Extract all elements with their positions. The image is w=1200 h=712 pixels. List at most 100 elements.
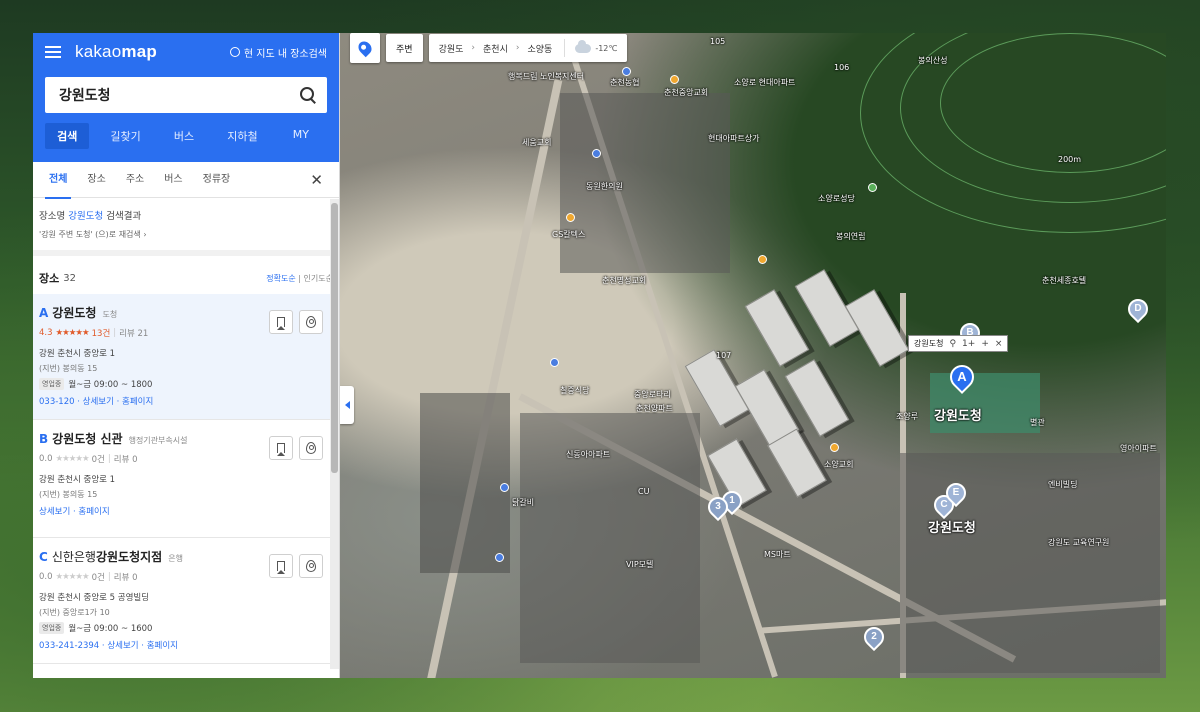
- poi-icon: [550, 358, 559, 367]
- bookmark-button[interactable]: [269, 310, 293, 334]
- weather: -12℃: [564, 39, 617, 57]
- place-popup: 강원도청 ⚲ 1+ + ×: [908, 335, 1009, 352]
- place-name[interactable]: 강원도청 신관: [52, 430, 122, 447]
- list-item[interactable]: A 강원도청 도청 4.3 ★★★★★ 13건 | 리뷰 21 강원 춘천시 중앙로 1 (…: [33, 294, 339, 420]
- parking-lot: [420, 393, 510, 573]
- place-name[interactable]: 강원도청: [52, 304, 96, 321]
- poi-icon: [592, 149, 601, 158]
- breadcrumb-province[interactable]: 강원도: [439, 42, 464, 55]
- subtab-place[interactable]: 장소: [77, 162, 115, 198]
- breadcrumb-dong[interactable]: 소양동: [527, 42, 552, 55]
- plus-icon[interactable]: +: [981, 339, 989, 349]
- close-icon[interactable]: ×: [995, 339, 1003, 349]
- map-toolbar: 주변 강원도 › 춘천시 › 소양동 -12℃: [350, 33, 628, 63]
- my-location-button[interactable]: [350, 33, 380, 63]
- place-name[interactable]: 강원도청지점: [96, 548, 162, 565]
- pin-icon[interactable]: ⚲: [949, 339, 956, 349]
- bookmark-icon: [277, 317, 285, 330]
- kakaomap-window: kakaomap 현 지도 내 장소검색 검색 길찾기 버스 지하철 MY 전체…: [33, 33, 1166, 678]
- tab-bus[interactable]: 버스: [162, 123, 206, 149]
- list-item[interactable]: C 신한은행 강원도청지점 은행 0.0 ★★★★★ 0건 | 리뷰 0 강원 춘천시 중앙…: [33, 538, 339, 664]
- search-icon[interactable]: [299, 86, 317, 104]
- list-scrollbar[interactable]: [330, 199, 339, 669]
- subtab-stop[interactable]: 정류장: [193, 162, 241, 198]
- pin-icon: [306, 316, 316, 328]
- map-marker-d[interactable]: D: [1123, 294, 1153, 324]
- homepage-link[interactable]: 홈페이지: [122, 397, 153, 407]
- result-type-tabs: 전체 장소 주소 버스 정류장 ✕: [33, 162, 339, 199]
- sort-popular[interactable]: 인기도순: [304, 274, 333, 283]
- apartment-building: [767, 428, 827, 498]
- menu-icon[interactable]: [45, 46, 61, 58]
- poi-icon: [500, 483, 509, 492]
- map-title-label: 강원도청: [934, 409, 982, 424]
- scrollbar-thumb[interactable]: [331, 203, 338, 473]
- status-badge: 영업중: [39, 378, 65, 390]
- tab-search[interactable]: 검색: [45, 123, 90, 149]
- radio-icon: [229, 47, 240, 57]
- poi-icon: [495, 553, 504, 562]
- cloud-icon: [575, 39, 592, 53]
- search-input[interactable]: [59, 87, 299, 103]
- breadcrumb-city[interactable]: 춘천시: [483, 42, 508, 55]
- route-button[interactable]: [299, 554, 323, 578]
- poi-icon: [868, 183, 877, 192]
- pin-icon: [306, 560, 316, 572]
- breadcrumb: 강원도 › 춘천시 › 소양동 -12℃: [428, 34, 628, 62]
- homepage-link[interactable]: 홈페이지: [147, 641, 178, 651]
- homepage-link[interactable]: 홈페이지: [78, 507, 109, 517]
- subtab-bus[interactable]: 버스: [154, 162, 192, 198]
- list-count: 32: [63, 272, 76, 284]
- location-pin-icon: [355, 38, 375, 58]
- chevron-left-icon: [344, 401, 350, 409]
- poi-icon: [758, 255, 767, 264]
- poi-icon: [622, 67, 631, 76]
- poi-icon: [670, 75, 679, 84]
- list-item[interactable]: B 강원도청 신관 행정기관부속시설 0.0 ★★★★★ 0건 | 리뷰 0 강원 춘천시 …: [33, 420, 339, 538]
- subtab-address[interactable]: 주소: [116, 162, 154, 198]
- kakaomap-logo[interactable]: kakaomap: [75, 42, 157, 62]
- detail-link[interactable]: 상세보기: [107, 641, 138, 651]
- around-button[interactable]: 주변: [386, 34, 423, 62]
- bookmark-icon: [277, 443, 285, 456]
- map-title-label: 강원도청: [928, 521, 976, 536]
- map-view[interactable]: 행복드림 노인복지센터 춘천중앙교회 소양로 현대아파트 세움교회 춘천농협 동…: [340, 33, 1166, 678]
- bookmark-icon: [277, 561, 285, 574]
- temperature: -12℃: [595, 43, 618, 53]
- chevron-right-icon: ›: [471, 43, 476, 53]
- bookmark-button[interactable]: [269, 554, 293, 578]
- sort-options: 정확도순 | 인기도순: [266, 273, 333, 283]
- search-box: [45, 77, 327, 113]
- route-button[interactable]: [299, 436, 323, 460]
- sidebar: kakaomap 현 지도 내 장소검색 검색 길찾기 버스 지하철 MY 전체…: [33, 33, 340, 678]
- poi-icon: [830, 443, 839, 452]
- pin-icon: [306, 442, 316, 454]
- sort-accuracy[interactable]: 정확도순: [266, 274, 295, 283]
- result-info: 장소명 강원도청 검색결과 '강원 주변 도청' (으)로 재검색 ›: [33, 198, 339, 256]
- tab-directions[interactable]: 길찾기: [103, 123, 147, 149]
- government-building: [930, 373, 1040, 433]
- research-link[interactable]: '강원 주변 도청' (으)로 재검색 ›: [39, 229, 333, 240]
- detail-link[interactable]: 상세보기: [39, 507, 70, 517]
- detail-link[interactable]: 상세보기: [83, 397, 114, 407]
- bookmark-button[interactable]: [269, 436, 293, 460]
- status-badge: 영업중: [39, 622, 65, 634]
- phone-number[interactable]: 033-120: [39, 397, 75, 407]
- tab-my[interactable]: MY: [279, 123, 323, 149]
- apartment-building: [744, 289, 810, 367]
- map-marker-2[interactable]: 2: [859, 622, 889, 652]
- mode-tabs: 검색 길찾기 버스 지하철 MY: [45, 123, 327, 149]
- tab-subway[interactable]: 지하철: [220, 123, 264, 149]
- close-icon[interactable]: ✕: [310, 171, 323, 189]
- add-stop-icon[interactable]: 1+: [962, 339, 975, 349]
- route-button[interactable]: [299, 310, 323, 334]
- here-search-toggle[interactable]: 현 지도 내 장소검색: [229, 45, 327, 60]
- list-title: 장소: [39, 272, 60, 285]
- chevron-right-icon: ›: [515, 43, 520, 53]
- subtab-all[interactable]: 전체: [39, 162, 77, 199]
- list-header: 장소 32 정확도순 | 인기도순: [33, 256, 339, 294]
- sidebar-header: kakaomap 현 지도 내 장소검색 검색 길찾기 버스 지하철 MY: [33, 33, 339, 162]
- phone-number[interactable]: 033-241-2394: [39, 641, 99, 651]
- poi-icon: [566, 213, 575, 222]
- collapse-sidebar-button[interactable]: [340, 386, 354, 424]
